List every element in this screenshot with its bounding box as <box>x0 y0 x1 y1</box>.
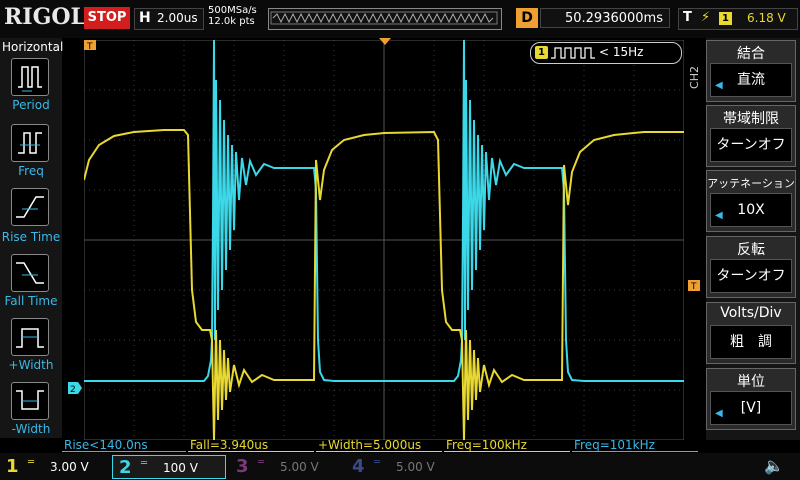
waveform-display[interactable] <box>84 40 684 440</box>
timebase-key: H <box>139 10 151 26</box>
svg-text:T: T <box>86 42 93 52</box>
run-stop-button[interactable]: STOP <box>84 7 130 29</box>
trigger-frequency-pill[interactable]: 1 < 15Hz <box>530 42 682 64</box>
measurement-rise-time[interactable]: Rise<140.0ns <box>62 438 186 452</box>
menu-coupling-value-text: 直流 <box>737 72 765 88</box>
menu-coupling-title: 結合 <box>737 46 765 62</box>
left-panel-title: Horizontal <box>2 40 64 54</box>
channel-2-status[interactable]: 2 ═ 100 V <box>112 455 226 479</box>
dc-coupling-icon: ═ <box>141 458 148 469</box>
pulse-icon <box>551 47 595 59</box>
channel-1-scale: 3.00 V <box>50 460 89 474</box>
pos-width-label: +Width <box>8 358 54 372</box>
timebase-value: 2.00us <box>157 11 198 25</box>
trigger-time-marker[interactable] <box>379 38 391 46</box>
channel-2-number: 2 <box>119 457 132 478</box>
trigger-level-marker[interactable]: T <box>686 280 700 292</box>
trigger-pill-text: < 15Hz <box>599 45 644 59</box>
arrow-left-icon: ◀ <box>715 210 723 221</box>
period-icon <box>18 66 42 92</box>
freq-button[interactable] <box>11 124 49 162</box>
memory-overview-bar[interactable] <box>268 8 502 30</box>
period-button[interactable] <box>11 58 49 96</box>
trigger-pill-channel: 1 <box>535 46 548 59</box>
pos-width-button[interactable] <box>11 318 49 356</box>
menu-bandwidth-limit[interactable]: 帯域制限 ターンオフ <box>706 105 796 167</box>
menu-volts-div[interactable]: Volts/Div 粗 調 <box>706 302 796 364</box>
freq-label: Freq <box>18 164 44 178</box>
menu-volts-div-value[interactable]: 粗 調 <box>710 325 792 359</box>
menu-bandwidth-value[interactable]: ターンオフ <box>710 128 792 162</box>
neg-width-button[interactable] <box>11 382 49 420</box>
menu-invert[interactable]: 反転 ターンオフ <box>706 236 796 298</box>
dc-coupling-icon: ═ <box>258 457 265 468</box>
channel-2-scale: 100 V <box>163 461 198 475</box>
memory-overview-waveform <box>270 11 498 25</box>
neg-width-label: -Width <box>11 422 51 436</box>
fall-time-label: Fall Time <box>4 294 58 308</box>
menu-attenuation-value-text: 10X <box>737 202 765 218</box>
svg-text:2: 2 <box>70 385 76 394</box>
svg-text:T: T <box>690 282 697 292</box>
channel-4-scale: 5.00 V <box>396 460 435 474</box>
sound-mute-icon[interactable]: 🔈 <box>764 456 784 475</box>
menu-unit-value[interactable]: ◀ [V] <box>710 391 792 425</box>
period-label: Period <box>12 98 50 112</box>
delay-key: D <box>516 8 538 28</box>
measurement-freq-ch1[interactable]: Freq=100kHz <box>444 438 570 452</box>
menu-bandwidth-title: 帯域制限 <box>723 111 779 127</box>
memory-depth: 12.0k pts <box>208 16 255 27</box>
rise-time-button[interactable] <box>11 188 49 226</box>
channel-4-status[interactable]: 4 ═ 5.00 V <box>346 455 458 479</box>
channel-3-number: 3 <box>236 456 249 477</box>
ch2-ground-marker[interactable]: 2 <box>68 382 82 394</box>
channel-3-scale: 5.00 V <box>280 460 319 474</box>
menu-attenuation[interactable]: アッテネーション ◀ 10X <box>706 170 796 232</box>
trigger-level: 6.18 V <box>747 11 786 25</box>
menu-unit-value-text: [V] <box>740 400 762 416</box>
menu-invert-title: 反転 <box>737 242 765 258</box>
fall-time-icon <box>16 262 44 284</box>
arrow-left-icon: ◀ <box>715 80 723 91</box>
delay-value[interactable]: 50.2936000ms <box>540 8 670 28</box>
trigger-source-badge: 1 <box>719 12 732 25</box>
menu-attenuation-title: アッテネーション <box>707 177 795 190</box>
channel-1-number: 1 <box>6 456 19 477</box>
measurement-pos-width[interactable]: +Width=5.000us <box>316 438 442 452</box>
fall-time-button[interactable] <box>11 254 49 292</box>
menu-attenuation-value[interactable]: ◀ 10X <box>710 193 792 227</box>
trigger-box[interactable]: T ⚡ 1 6.18 V <box>678 8 798 30</box>
dc-coupling-icon: ═ <box>374 457 381 468</box>
brand-logo: RIGOL <box>4 4 86 30</box>
sample-rate: 500MSa/s <box>208 5 257 16</box>
dc-coupling-icon: ═ <box>28 457 35 468</box>
measurement-fall-time[interactable]: Fall=3.940us <box>188 438 314 452</box>
freq-icon <box>18 132 42 154</box>
neg-width-icon <box>16 390 44 410</box>
rise-time-icon <box>16 196 44 218</box>
arrow-left-icon: ◀ <box>715 408 723 419</box>
menu-unit-title: 単位 <box>737 374 765 390</box>
timebase-box[interactable]: H 2.00us <box>134 8 204 30</box>
menu-invert-value[interactable]: ターンオフ <box>710 259 792 293</box>
menu-coupling[interactable]: 結合 ◀ 直流 <box>706 40 796 102</box>
trigger-edge-icon: ⚡ <box>701 10 711 25</box>
channel-3-status[interactable]: 3 ═ 5.00 V <box>230 455 342 479</box>
channel-4-number: 4 <box>352 456 365 477</box>
rise-time-label: Rise Time <box>1 230 61 244</box>
menu-coupling-value[interactable]: ◀ 直流 <box>710 63 792 97</box>
channel-1-status[interactable]: 1 ═ 3.00 V <box>0 455 110 479</box>
measurement-freq-ch2[interactable]: Freq=101kHz <box>572 438 698 452</box>
menu-volts-div-title: Volts/Div <box>720 305 782 321</box>
ch1-trigger-position-marker[interactable]: T <box>84 40 98 52</box>
sample-info: 500MSa/s 12.0k pts <box>208 5 257 27</box>
pos-width-icon <box>16 328 44 348</box>
trigger-key: T <box>683 10 692 25</box>
menu-unit[interactable]: 単位 ◀ [V] <box>706 368 796 430</box>
menu-channel-tag: CH2 <box>688 66 701 89</box>
